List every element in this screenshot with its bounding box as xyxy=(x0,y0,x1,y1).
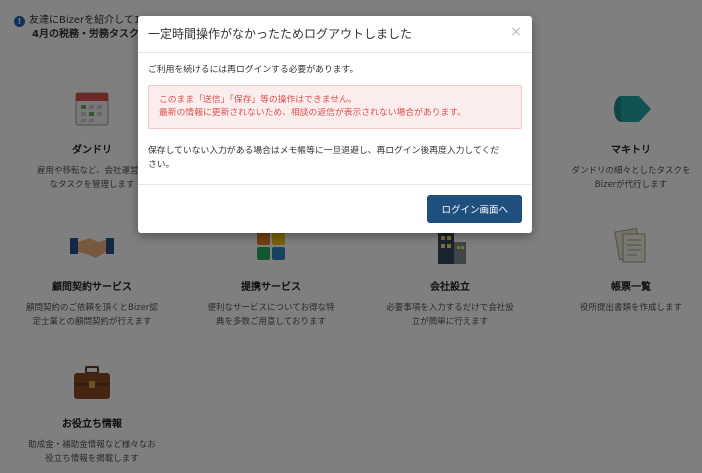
modal-body: ご利用を続けるには再ログインする必要があります。 このまま「送信」「保存」等の操… xyxy=(138,53,532,172)
login-screen-button[interactable]: ログイン画面へ xyxy=(427,195,522,223)
modal-note-line-1: 保存していない入力がある場合はメモ帳等に一旦退避し、再ログイン後再度入力してくだ xyxy=(148,146,500,156)
warning-alert: このまま「送信」「保存」等の操作はできません。 最新の情報に更新されないため、相… xyxy=(148,85,522,129)
close-icon[interactable]: × xyxy=(510,24,522,40)
alert-line-2: 最新の情報に更新されないため、相談の返信が表示されない場合があります。 xyxy=(159,108,467,118)
logout-modal: 一定時間操作がなかったためログアウトしました × ご利用を続けるには再ログインす… xyxy=(138,16,532,233)
modal-intro-text: ご利用を続けるには再ログインする必要があります。 xyxy=(148,65,359,75)
modal-header: 一定時間操作がなかったためログアウトしました × xyxy=(138,16,532,53)
modal-footer: ログイン画面へ xyxy=(138,184,532,233)
modal-note-line-2: さい。 xyxy=(148,160,175,170)
modal-title: 一定時間操作がなかったためログアウトしました xyxy=(148,27,413,41)
alert-line-1: このまま「送信」「保存」等の操作はできません。 xyxy=(159,95,357,105)
